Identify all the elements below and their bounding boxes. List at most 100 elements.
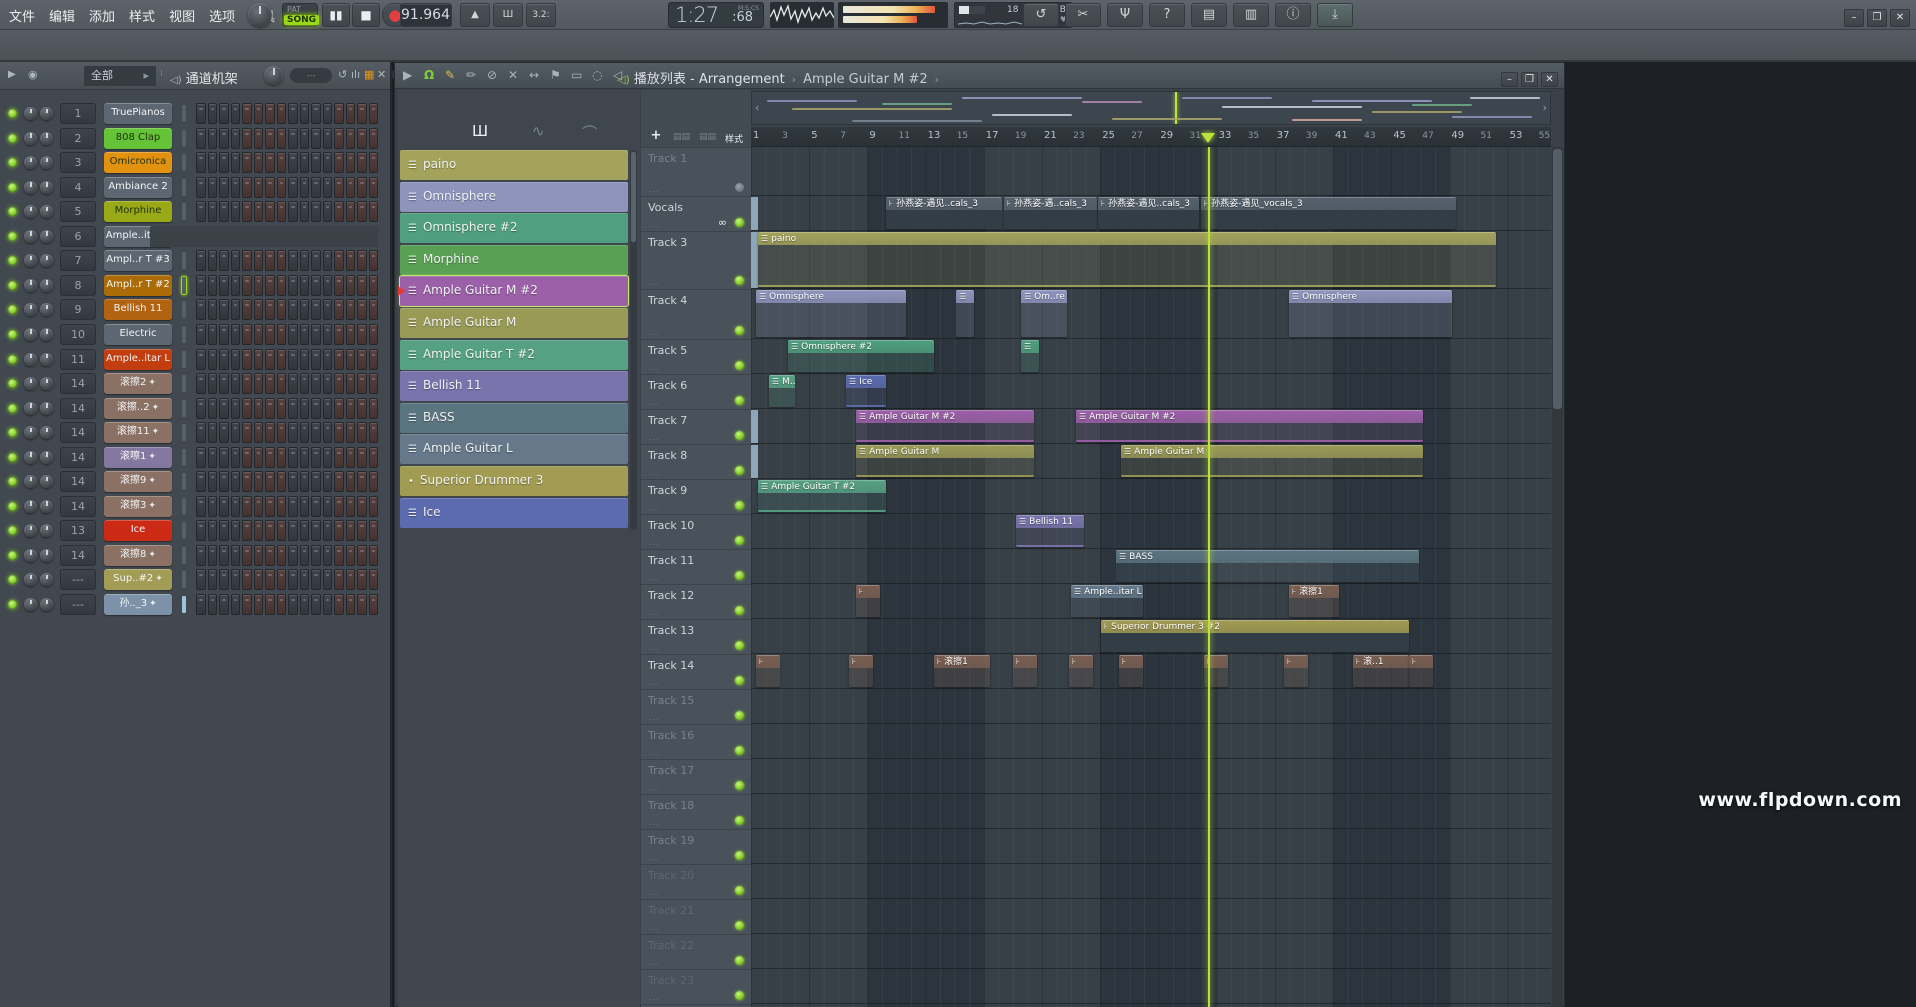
- playlist-tool-icon-3[interactable]: ✏: [466, 68, 476, 82]
- channel-mute-led[interactable]: [8, 281, 17, 290]
- channel-mute-led[interactable]: [8, 379, 17, 388]
- channel-mute-led[interactable]: [8, 330, 17, 339]
- step-cell[interactable]: [277, 520, 287, 541]
- channel-target-track[interactable]: 2: [60, 128, 96, 149]
- step-cell[interactable]: [311, 373, 321, 394]
- channel-mute-led[interactable]: [8, 477, 17, 486]
- channel-pan-knob[interactable]: [24, 451, 37, 464]
- channel-button[interactable]: Ice: [104, 520, 172, 541]
- track-name[interactable]: Track 4: [648, 294, 687, 307]
- channel-mute-led[interactable]: [8, 232, 17, 241]
- channel-selector-strip[interactable]: [181, 595, 187, 614]
- channel-button[interactable]: Morphine: [104, 201, 172, 222]
- track-options-dots[interactable]: ...: [649, 328, 660, 337]
- step-cell[interactable]: [288, 422, 298, 443]
- channel-target-track[interactable]: 13: [60, 520, 96, 541]
- channel-selector-strip[interactable]: [181, 129, 187, 148]
- channel-button[interactable]: Ambiance 2: [104, 177, 172, 198]
- channel-mute-led[interactable]: [8, 355, 17, 364]
- channel-mute-led[interactable]: [8, 134, 17, 143]
- toolbar1-icon-1[interactable]: ✂: [1065, 3, 1101, 27]
- track-name[interactable]: Track 16: [648, 729, 694, 742]
- channel-volume-knob[interactable]: [40, 156, 53, 169]
- channel-pan-knob[interactable]: [24, 181, 37, 194]
- step-cell[interactable]: [254, 447, 264, 468]
- channel-selector-strip[interactable]: [181, 178, 187, 197]
- step-cell[interactable]: [219, 594, 229, 615]
- channel-mute-led[interactable]: [8, 404, 17, 413]
- main-volume-knob[interactable]: [248, 3, 272, 27]
- channel-pan-knob[interactable]: [24, 328, 37, 341]
- track-mute-led[interactable]: [735, 641, 744, 650]
- channel-selector-strip[interactable]: [181, 251, 187, 270]
- track-mute-led[interactable]: [735, 571, 744, 580]
- step-cell[interactable]: [196, 299, 206, 320]
- playlist-clip[interactable]: ⊦: [1409, 655, 1433, 687]
- track-options-dots[interactable]: ...: [649, 503, 660, 512]
- channel-pan-knob[interactable]: [24, 426, 37, 439]
- channel-mute-led[interactable]: [8, 551, 17, 560]
- step-cell[interactable]: [369, 324, 379, 345]
- channel-pan-knob[interactable]: [24, 205, 37, 218]
- step-cell[interactable]: [357, 594, 367, 615]
- channel-selector-strip[interactable]: [181, 472, 187, 491]
- step-cell[interactable]: [231, 471, 241, 492]
- step-cell[interactable]: [219, 569, 229, 590]
- step-cell[interactable]: [311, 447, 321, 468]
- channel-pan-knob[interactable]: [24, 500, 37, 513]
- step-cell[interactable]: [265, 569, 275, 590]
- pattern-item[interactable]: ☰Ample Guitar M: [400, 308, 628, 338]
- picker-scrollbar[interactable]: [630, 150, 637, 530]
- step-cell[interactable]: [334, 299, 344, 320]
- step-cell[interactable]: [277, 545, 287, 566]
- channel-button[interactable]: 孙.._3✦: [104, 594, 172, 615]
- channel-mute-led[interactable]: [8, 502, 17, 511]
- track-mute-led[interactable]: [735, 536, 744, 545]
- track-mute-led[interactable]: [735, 501, 744, 510]
- channel-volume-knob[interactable]: [40, 500, 53, 513]
- step-cell[interactable]: [323, 349, 333, 370]
- track-mute-led[interactable]: [735, 991, 744, 1000]
- step-cell[interactable]: [369, 349, 379, 370]
- playlist-clip[interactable]: ☰: [956, 290, 974, 337]
- track-lane[interactable]: [751, 724, 1551, 759]
- step-cell[interactable]: [311, 275, 321, 296]
- track-options-dots[interactable]: ...: [649, 538, 660, 547]
- pause-button[interactable]: ▮▮: [322, 3, 350, 27]
- step-cell[interactable]: [288, 447, 298, 468]
- step-cell[interactable]: [242, 299, 252, 320]
- channel-target-track[interactable]: 10: [60, 324, 96, 345]
- step-cell[interactable]: [357, 398, 367, 419]
- track-options-dots[interactable]: ...: [649, 398, 660, 407]
- track-name[interactable]: Track 22: [648, 939, 694, 952]
- track-header[interactable]: Track 17...: [641, 759, 751, 794]
- step-cell[interactable]: [300, 275, 310, 296]
- step-cell[interactable]: [369, 201, 379, 222]
- channel-selector-strip[interactable]: [181, 423, 187, 442]
- step-cell[interactable]: [231, 250, 241, 271]
- track-header[interactable]: Track 11...: [641, 549, 751, 584]
- track-name[interactable]: Track 5: [648, 344, 687, 357]
- step-cell[interactable]: [346, 250, 356, 271]
- step-cell[interactable]: [300, 373, 310, 394]
- pattern-item[interactable]: ☰Bellish 11: [400, 371, 628, 401]
- track-options-dots[interactable]: ...: [649, 220, 660, 229]
- step-cell[interactable]: [300, 471, 310, 492]
- playlist-tool-icon-2[interactable]: ✎: [445, 68, 455, 82]
- step-cell[interactable]: [208, 128, 218, 149]
- step-cell[interactable]: [288, 545, 298, 566]
- step-cell[interactable]: [346, 545, 356, 566]
- channel-pan-knob[interactable]: [24, 132, 37, 145]
- playlist-clip[interactable]: ☰paino: [758, 232, 1496, 287]
- step-cell[interactable]: [265, 471, 275, 492]
- channel-button[interactable]: 808 Clap: [104, 128, 172, 149]
- channel-mute-led[interactable]: [8, 428, 17, 437]
- step-cell[interactable]: [265, 373, 275, 394]
- channel-volume-knob[interactable]: [40, 598, 53, 611]
- step-cell[interactable]: [346, 398, 356, 419]
- step-cell[interactable]: [231, 177, 241, 198]
- track-options-dots[interactable]: ...: [649, 573, 660, 582]
- channel-volume-knob[interactable]: [40, 377, 53, 390]
- step-cell[interactable]: [300, 324, 310, 345]
- step-cell[interactable]: [254, 545, 264, 566]
